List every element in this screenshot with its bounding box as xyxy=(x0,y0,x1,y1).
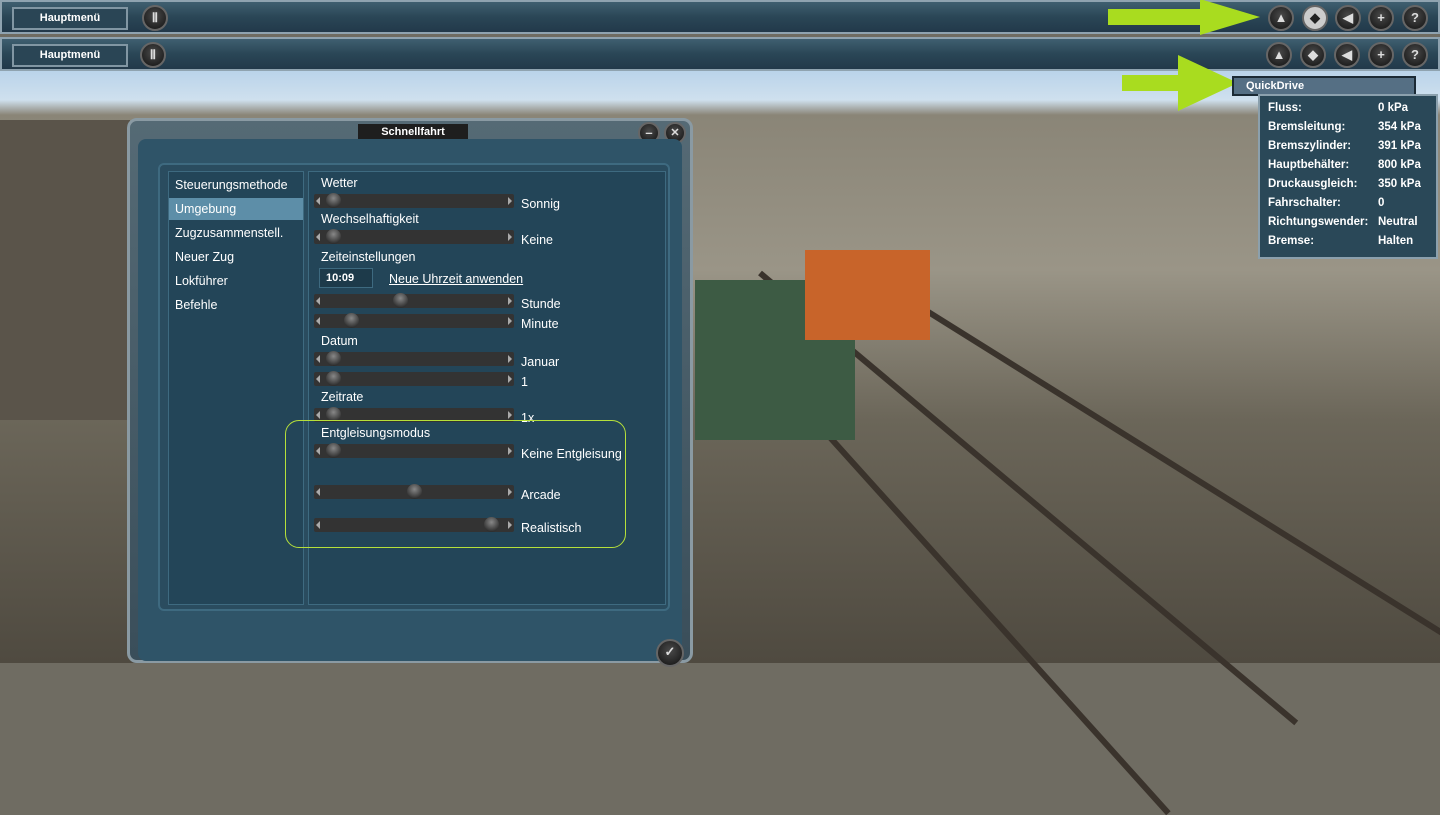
time-input[interactable]: 10:09 xyxy=(319,268,373,288)
sidebar-item[interactable]: Zugzusammenstell. xyxy=(169,222,303,244)
slider-knob[interactable] xyxy=(344,313,359,328)
info-value: 0 xyxy=(1378,196,1385,209)
sidebar: Steuerungsmethode Umgebung Zugzusammenstel… xyxy=(168,171,304,605)
month-slider[interactable] xyxy=(314,351,514,366)
day-slider[interactable] xyxy=(314,371,514,386)
weather-slider[interactable] xyxy=(314,193,514,208)
variability-value: Keine xyxy=(521,233,553,247)
info-key: Bremszylinder: xyxy=(1268,139,1352,152)
slider-knob[interactable] xyxy=(326,193,341,208)
slider-knob[interactable] xyxy=(326,371,341,386)
sidebar-item[interactable]: Befehle xyxy=(169,294,303,316)
sidebar-item[interactable]: Lokführer xyxy=(169,270,303,292)
info-row: Richtungswender: Neutral xyxy=(1268,212,1428,231)
info-value: Neutral xyxy=(1378,215,1418,228)
sound-icon[interactable]: ◀ xyxy=(1335,5,1361,31)
slider-knob[interactable] xyxy=(326,229,341,244)
annotation-arrow-head xyxy=(1200,0,1260,35)
quickdrive-dialog: Schnellfahrt – ✕ Steuerungsmethode Umgebu… xyxy=(127,118,693,667)
sidebar-item[interactable]: Neuer Zug xyxy=(169,246,303,268)
sidebar-item[interactable]: Steuerungsmethode xyxy=(169,174,303,196)
hour-slider[interactable] xyxy=(314,293,514,308)
mountain-icon[interactable]: ▲ xyxy=(1268,5,1294,31)
info-value: 0 kPa xyxy=(1378,101,1409,114)
hour-value: Stunde xyxy=(521,297,561,311)
info-value: Halten xyxy=(1378,234,1414,247)
info-row: Fluss: 0 kPa xyxy=(1268,98,1428,117)
info-row: Fahrschalter: 0 xyxy=(1268,193,1428,212)
dialog-body: Steuerungsmethode Umgebung Zugzusammenstel… xyxy=(138,139,684,667)
info-key: Fluss: xyxy=(1268,101,1302,114)
info-row: Bremse: Halten xyxy=(1268,231,1428,250)
info-key: Richtungswender: xyxy=(1268,215,1369,228)
minute-value: Minute xyxy=(521,317,559,331)
annotation-arrow-head xyxy=(1178,55,1238,111)
orange-locomotive xyxy=(805,250,930,340)
help-icon[interactable]: ? xyxy=(1402,42,1428,68)
info-value: 800 kPa xyxy=(1378,158,1421,171)
info-key: Hauptbehälter: xyxy=(1268,158,1350,171)
yard-tracks xyxy=(0,120,130,420)
eraser-icon[interactable]: ◆ xyxy=(1302,5,1328,31)
variability-slider[interactable] xyxy=(314,229,514,244)
highlight-frame xyxy=(285,420,626,548)
info-key: Bremse: xyxy=(1268,234,1315,247)
main-menu-button[interactable]: Hauptmenü xyxy=(12,44,128,67)
rail-track xyxy=(848,260,1440,637)
train-info-panel: Fluss: 0 kPa Bremsleitung: 354 kPa Bremszyli… xyxy=(1258,94,1438,259)
help-icon[interactable]: ? xyxy=(1402,5,1428,31)
variability-label: Wechselhaftigkeit xyxy=(321,212,419,226)
info-key: Druckausgleich: xyxy=(1268,177,1358,190)
slider-knob[interactable] xyxy=(326,351,341,366)
info-key: Bremsleitung: xyxy=(1268,120,1346,133)
month-value: Januar xyxy=(521,355,560,369)
info-row: Hauptbehälter: 800 kPa xyxy=(1268,155,1428,174)
pause-icon[interactable]: Ⅱ xyxy=(140,42,166,68)
slider-knob[interactable] xyxy=(392,293,408,308)
annotation-arrow xyxy=(1122,75,1182,91)
info-value: 350 kPa xyxy=(1378,177,1421,190)
sound-icon[interactable]: ◀ xyxy=(1334,42,1360,68)
day-value: 1 xyxy=(521,375,528,389)
plus-icon[interactable]: + xyxy=(1368,5,1394,31)
timerate-label: Zeitrate xyxy=(321,390,364,404)
info-key: Fahrschalter: xyxy=(1268,196,1341,209)
minute-slider[interactable] xyxy=(314,313,514,328)
eraser-icon[interactable]: ◆ xyxy=(1300,42,1326,68)
annotation-arrow xyxy=(1108,9,1208,25)
apply-time-link[interactable]: Neue Uhrzeit anwenden xyxy=(389,272,523,286)
info-row: Druckausgleich: 350 kPa xyxy=(1268,174,1428,193)
info-value: 391 kPa xyxy=(1378,139,1421,152)
info-row: Bremsleitung: 354 kPa xyxy=(1268,117,1428,136)
sidebar-item[interactable]: Umgebung xyxy=(169,198,303,220)
info-row: Bremszylinder: 391 kPa xyxy=(1268,136,1428,155)
date-label: Datum xyxy=(321,334,358,348)
weather-value: Sonnig xyxy=(521,197,560,211)
pause-icon[interactable]: Ⅱ xyxy=(142,5,168,31)
dialog-title: Schnellfahrt xyxy=(358,124,468,140)
mountain-icon[interactable]: ▲ xyxy=(1266,42,1292,68)
info-value: 354 kPa xyxy=(1378,120,1421,133)
quickdrive-menu-item[interactable]: QuickDrive xyxy=(1232,76,1416,96)
weather-label: Wetter xyxy=(321,176,358,190)
plus-icon[interactable]: + xyxy=(1368,42,1394,68)
time-settings-label: Zeiteinstellungen xyxy=(321,250,416,264)
main-menu-button[interactable]: Hauptmenü xyxy=(12,7,128,30)
